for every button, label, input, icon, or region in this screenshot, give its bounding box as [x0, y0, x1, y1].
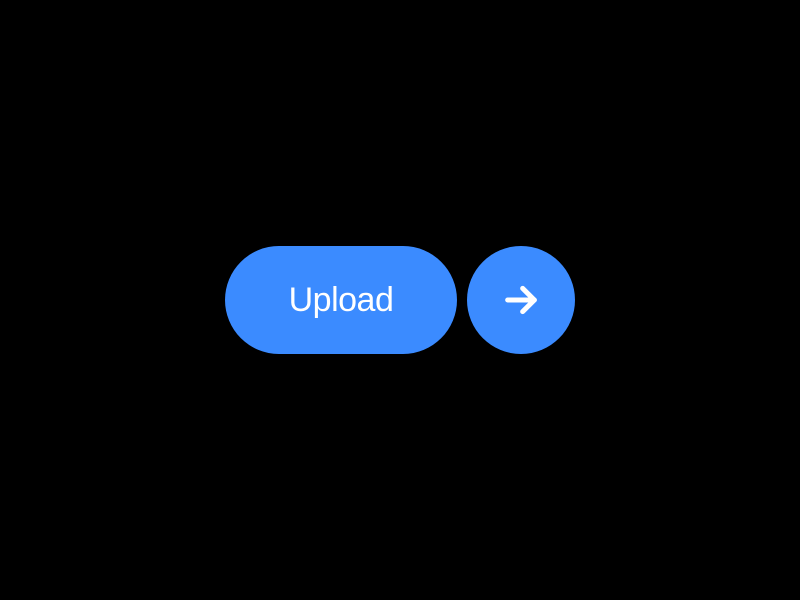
- upload-button-group: Upload: [225, 246, 576, 354]
- arrow-right-icon: [501, 280, 541, 320]
- upload-button[interactable]: Upload: [225, 246, 458, 354]
- upload-button-label: Upload: [289, 281, 394, 320]
- submit-button[interactable]: [467, 246, 575, 354]
